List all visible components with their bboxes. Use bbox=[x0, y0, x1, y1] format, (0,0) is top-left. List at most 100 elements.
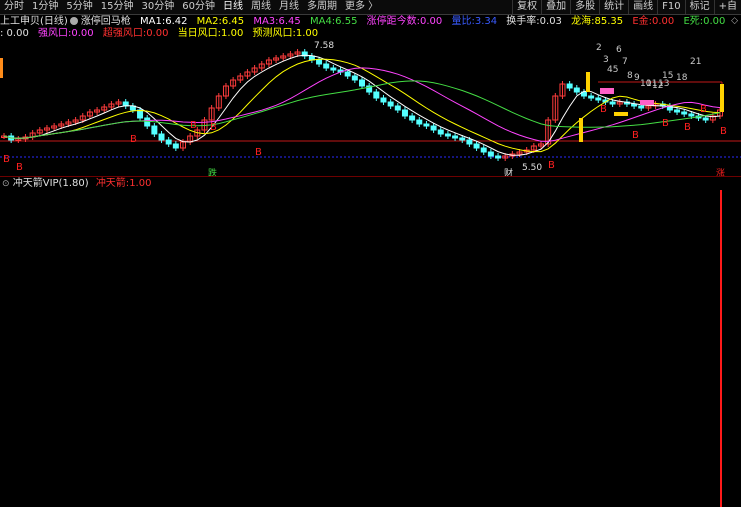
candle-body bbox=[430, 125, 437, 131]
high-price-label: 7.58 bbox=[314, 41, 334, 51]
tool-tab-4[interactable]: 画线 bbox=[628, 0, 657, 14]
qf-label: 强风口: bbox=[38, 28, 72, 39]
candle-body bbox=[609, 101, 616, 105]
tool-tab-5[interactable]: F10 bbox=[657, 0, 684, 14]
b-marker: B bbox=[16, 162, 23, 173]
candle-body bbox=[674, 109, 681, 113]
period-tab-10[interactable]: 更多 〉 bbox=[341, 0, 382, 14]
candle-body bbox=[423, 123, 430, 127]
collapse-diamond-icon[interactable]: ◇ bbox=[731, 16, 738, 26]
candle-body bbox=[480, 147, 487, 153]
count-label: 7 bbox=[622, 57, 628, 67]
b-marker: B bbox=[720, 126, 727, 137]
period-tab-3[interactable]: 15分钟 bbox=[97, 0, 138, 14]
b-marker: B bbox=[700, 104, 707, 115]
qf-value: 0.00 bbox=[71, 28, 94, 39]
ma1-value: 6.42 bbox=[165, 16, 188, 27]
candle-body bbox=[351, 75, 358, 81]
tool-tab-3[interactable]: 统计 bbox=[599, 0, 628, 14]
tool-tab-1[interactable]: 叠加 bbox=[541, 0, 570, 14]
candle-body bbox=[473, 143, 480, 149]
lb-label: 量比: bbox=[451, 16, 475, 27]
ma4-label: MA4: bbox=[309, 16, 336, 27]
dr-value: 1.00 bbox=[221, 28, 244, 39]
b-marker: B bbox=[190, 120, 197, 131]
panel-divider[interactable] bbox=[0, 176, 741, 177]
candle-body bbox=[373, 91, 380, 99]
candle-body bbox=[459, 137, 466, 141]
kline-chart[interactable]: BBBB BBBBBB BBB7.585.50跌财涨2345678 910111213… bbox=[0, 40, 741, 176]
candle-body bbox=[151, 125, 158, 135]
candle-body bbox=[401, 109, 408, 117]
signal-bar-pink bbox=[600, 88, 614, 94]
signal-bar bbox=[614, 112, 628, 116]
indicator-name[interactable]: 涨停回马枪 bbox=[81, 16, 131, 27]
stock-title[interactable]: 上工申贝(日线) bbox=[0, 16, 68, 27]
period-tab-0[interactable]: 分时 bbox=[0, 0, 28, 14]
ma3-label: MA3: bbox=[253, 16, 279, 27]
candle-body bbox=[137, 109, 144, 119]
candle-body bbox=[595, 97, 602, 101]
count-label: 6 bbox=[616, 45, 622, 55]
candle-body bbox=[344, 71, 351, 77]
es-value: 0.00 bbox=[703, 16, 726, 27]
period-tab-8[interactable]: 月线 bbox=[275, 0, 303, 14]
signal-bar bbox=[720, 84, 724, 112]
ma2-label: MA2: bbox=[196, 16, 222, 27]
period-tab-5[interactable]: 60分钟 bbox=[178, 0, 219, 14]
b-marker: B bbox=[684, 122, 691, 133]
cqf-value: 0.00 bbox=[146, 28, 169, 39]
period-tab-9[interactable]: 多周期 bbox=[303, 0, 341, 14]
es-label: E死: bbox=[683, 16, 704, 27]
candle-body bbox=[409, 115, 416, 121]
zhang-label: 涨 bbox=[716, 168, 725, 176]
signal-bar-pink bbox=[640, 100, 654, 105]
tool-tab-7[interactable]: +自 bbox=[713, 0, 741, 14]
candle-body bbox=[688, 113, 695, 117]
count-label: 2 bbox=[596, 43, 602, 53]
candle-body bbox=[444, 133, 451, 137]
candle-body bbox=[416, 119, 423, 125]
sub-indicator-chart[interactable] bbox=[0, 178, 741, 507]
period-tab-6[interactable]: 日线 bbox=[219, 0, 247, 14]
ej-value: 0.00 bbox=[652, 16, 675, 27]
tool-tabs: 复权 叠加 多股 统计 画线 F10 标记 +自 bbox=[512, 0, 741, 14]
hs-label: 换手率: bbox=[506, 16, 540, 27]
ma2-value: 6.45 bbox=[221, 16, 245, 27]
period-tab-2[interactable]: 5分钟 bbox=[62, 0, 96, 14]
low-price-label: 5.50 bbox=[522, 163, 542, 173]
period-tab-1[interactable]: 1分钟 bbox=[28, 0, 62, 14]
tool-tab-6[interactable]: 标记 bbox=[684, 0, 714, 14]
candle-body bbox=[452, 135, 459, 139]
candle-body bbox=[702, 117, 709, 121]
period-tab-4[interactable]: 30分钟 bbox=[137, 0, 178, 14]
signal-bar bbox=[586, 72, 590, 92]
count-label: 18 bbox=[676, 73, 688, 83]
candle-body bbox=[437, 129, 444, 135]
candle-body bbox=[165, 139, 172, 145]
candle-body bbox=[588, 95, 595, 99]
period-tab-7[interactable]: 周线 bbox=[247, 0, 275, 14]
zt-label: 涨停距今数: bbox=[366, 16, 420, 27]
ma1-label: MA1: bbox=[140, 16, 166, 27]
candle-body bbox=[487, 151, 494, 157]
zt-value: 0.00 bbox=[420, 16, 443, 27]
count-label: 8 bbox=[627, 71, 633, 81]
tool-tab-2[interactable]: 多股 bbox=[570, 0, 599, 14]
candle-body bbox=[316, 59, 323, 65]
ma3-value: 6.45 bbox=[278, 16, 301, 27]
candle-body bbox=[158, 133, 165, 141]
yc-value: 1.00 bbox=[295, 28, 319, 39]
candle-body bbox=[681, 111, 688, 115]
settings-gear-icon[interactable] bbox=[69, 17, 78, 25]
hs-value: 0.03 bbox=[539, 16, 562, 27]
tool-tab-0[interactable]: 复权 bbox=[512, 0, 541, 14]
price-scale-marker bbox=[0, 58, 3, 78]
yc-label: 预测风口: bbox=[252, 28, 296, 39]
lead-value: : 0.00 bbox=[0, 28, 29, 39]
b-marker: B bbox=[130, 134, 137, 145]
candle-body bbox=[394, 105, 401, 111]
candle-body bbox=[380, 97, 387, 103]
ma4-value: 6.55 bbox=[335, 16, 358, 27]
lh-label: 龙海: bbox=[571, 16, 595, 27]
